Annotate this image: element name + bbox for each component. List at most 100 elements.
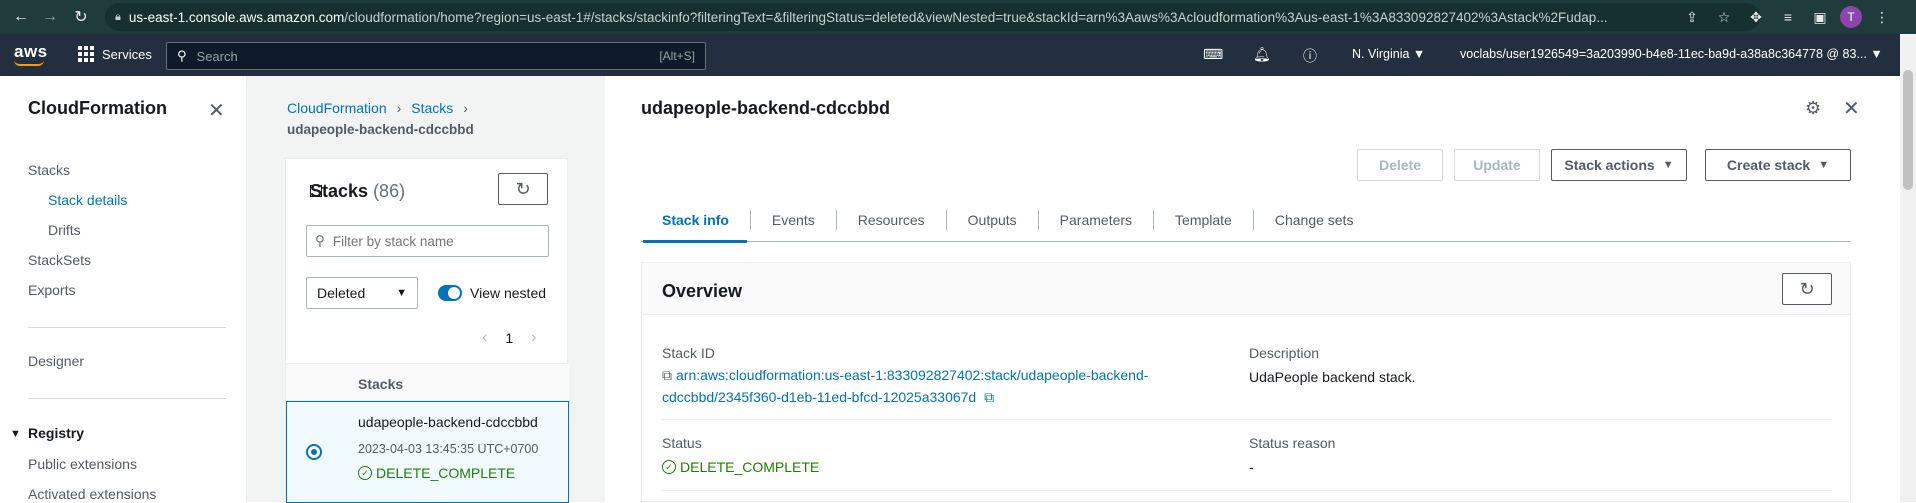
update-button[interactable]: Update (1454, 149, 1540, 181)
profile-avatar[interactable]: T (1840, 6, 1862, 28)
aws-logo[interactable]: aws (14, 42, 48, 66)
status-reason-value: - (1249, 459, 1254, 475)
table-header: Stacks (286, 363, 569, 401)
view-nested-label: View nested (470, 285, 547, 301)
caret-down-icon[interactable]: ▼ (10, 428, 21, 440)
sidebar-item-designer[interactable]: Designer (28, 353, 84, 369)
address-bar[interactable]: 🔒︎ us-east-1.console.aws.amazon.com/clou… (105, 3, 1760, 31)
description-label: Description (1249, 345, 1320, 361)
chevron-left-icon[interactable]: ‹ (482, 329, 487, 347)
breadcrumb-current: udapeople-backend-cdccbbd (287, 122, 474, 137)
caret-down-icon: ▼ (1818, 159, 1830, 171)
copy-icon[interactable]: ⧉ (662, 367, 672, 383)
url-host: us-east-1.console.aws.amazon.com (128, 9, 345, 25)
external-link-icon: ⧉ (984, 389, 995, 405)
back-icon[interactable]: ← (8, 4, 34, 30)
stacks-split-panel: CloudFormation › Stacks › udapeople-back… (247, 76, 605, 503)
search-input[interactable]: ⚲ Search [Alt+S] (166, 42, 706, 70)
tab-stack-info[interactable]: Stack info (641, 210, 750, 230)
search-icon: ⚲ (177, 48, 187, 63)
grid-icon (78, 46, 94, 62)
column-header-stacks: Stacks (358, 376, 404, 392)
tab-events[interactable]: Events (749, 209, 836, 230)
status-label: Status (662, 435, 702, 451)
stack-name[interactable]: udapeople-backend-cdccbbd (358, 414, 538, 430)
lock-icon: 🔒︎ (115, 10, 121, 23)
chevron-right-icon[interactable]: › (531, 329, 536, 347)
extensions-icon[interactable]: ✥ (1744, 5, 1768, 29)
view-nested-toggle[interactable] (438, 285, 462, 301)
collapse-icon[interactable] (310, 185, 322, 197)
star-icon[interactable]: ☆ (1712, 5, 1736, 29)
close-icon[interactable]: ✕ (1843, 96, 1860, 121)
sidebar-divider (28, 327, 226, 328)
sidebar-item-stack-details[interactable]: Stack details (48, 192, 127, 208)
close-icon[interactable]: ✕ (208, 98, 225, 123)
sidebar-item-drifts[interactable]: Drifts (48, 222, 81, 238)
gear-icon[interactable]: ⚙ (1805, 98, 1821, 119)
notifications-icon[interactable]: 🔔︎ (1253, 46, 1271, 63)
aws-top-nav: aws Services ⚲ Search [Alt+S] ⌨ 🔔︎ ⓘ N. … (0, 34, 1916, 76)
table-row[interactable]: udapeople-backend-cdccbbd 2023-04-03 13:… (286, 401, 569, 503)
stack-status: ✓ DELETE_COMPLETE (358, 465, 515, 481)
side-panel-icon[interactable]: ▣ (1808, 5, 1832, 29)
check-circle-icon: ✓ (662, 460, 676, 474)
sidebar-item-public-extensions[interactable]: Public extensions (28, 456, 137, 472)
stack-date: 2023-04-03 13:45:35 UTC+0700 (358, 442, 539, 456)
filter-stacks-field[interactable]: ⚲ (306, 225, 549, 257)
stacks-list-panel: Stacks (86) ↻ ⚲ Deleted ▼ View nested ‹ … (285, 158, 569, 503)
filter-stacks-input[interactable] (332, 233, 533, 249)
overview-container: Overview ↻ Stack ID ⧉ arn:aws:cloudformat… (641, 262, 1851, 502)
active-tab-indicator (643, 240, 747, 243)
share-icon[interactable]: ⇪ (1680, 5, 1704, 29)
forward-icon[interactable]: → (37, 4, 63, 30)
tab-resources[interactable]: Resources (835, 209, 946, 230)
page-title: udapeople-backend-cdccbbd (641, 98, 891, 118)
breadcrumb-stacks[interactable]: Stacks (411, 100, 453, 116)
breadcrumb: CloudFormation › Stacks › (287, 100, 468, 116)
sidebar-item-stacks[interactable]: Stacks (28, 162, 70, 178)
chevron-right-icon: › (463, 100, 468, 116)
region-selector[interactable]: N. Virginia ▼ (1352, 47, 1425, 61)
page-scrollbar[interactable] (1900, 34, 1916, 502)
caret-down-icon: ▼ (1662, 159, 1674, 171)
pagination: ‹ 1 › (482, 329, 536, 347)
description-value: UdaPeople backend stack. (1249, 369, 1416, 385)
breadcrumb-cloudformation[interactable]: CloudFormation (287, 100, 387, 116)
more-menu-icon[interactable]: ⋮ (1870, 5, 1894, 29)
browser-toolbar: ← → ↻ 🔒︎ us-east-1.console.aws.amazon.co… (0, 0, 1916, 34)
tab-template[interactable]: Template (1153, 209, 1253, 230)
row-radio[interactable] (306, 444, 322, 460)
check-circle-icon: ✓ (358, 466, 372, 480)
services-menu[interactable]: Services (78, 46, 152, 62)
tab-outputs[interactable]: Outputs (945, 209, 1038, 230)
stack-actions-button[interactable]: Stack actions ▼ (1551, 149, 1687, 181)
account-menu[interactable]: voclabs/user1926549=3a203990-b4e8-11ec-b… (1460, 47, 1883, 61)
sidebar-item-stacksets[interactable]: StackSets (28, 252, 91, 268)
stack-id-link[interactable]: ⧉ arn:aws:cloudformation:us-east-1:833092… (662, 364, 1148, 408)
overview-header: Overview ↻ (642, 263, 1850, 315)
page-number[interactable]: 1 (505, 330, 513, 346)
tab-parameters[interactable]: Parameters (1037, 209, 1153, 230)
detail-tabs: Stack info Events Resources Outputs Para… (641, 198, 1851, 242)
refresh-overview-button[interactable]: ↻ (1782, 273, 1832, 305)
create-stack-button[interactable]: Create stack ▼ (1705, 149, 1851, 181)
status-filter-select[interactable]: Deleted ▼ (306, 277, 418, 309)
reload-icon[interactable]: ↻ (68, 4, 94, 30)
sidebar-item-activated-extensions[interactable]: Activated extensions (28, 486, 156, 502)
refresh-icon: ↻ (515, 178, 531, 199)
side-navigation: CloudFormation ✕ Stacks Stack details Dr… (0, 76, 247, 502)
scrollbar-thumb[interactable] (1903, 70, 1913, 190)
sidebar-title: CloudFormation (28, 98, 167, 118)
refresh-stacks-button[interactable]: ↻ (498, 173, 548, 205)
stack-detail-pane: udapeople-backend-cdccbbd ⚙ ✕ Delete Upd… (605, 76, 1900, 502)
help-icon[interactable]: ⓘ (1303, 46, 1317, 66)
cloudshell-icon[interactable]: ⌨ (1203, 46, 1223, 63)
sidebar-item-registry[interactable]: Registry (28, 425, 84, 441)
delete-button[interactable]: Delete (1357, 149, 1443, 181)
tab-change-sets[interactable]: Change sets (1252, 209, 1375, 230)
sidebar-item-exports[interactable]: Exports (28, 282, 75, 298)
stacks-count: (86) (373, 181, 406, 201)
url-path: /cloudformation/home?region=us-east-1#/s… (344, 9, 1608, 25)
media-icon[interactable]: ≡ (1776, 5, 1800, 29)
